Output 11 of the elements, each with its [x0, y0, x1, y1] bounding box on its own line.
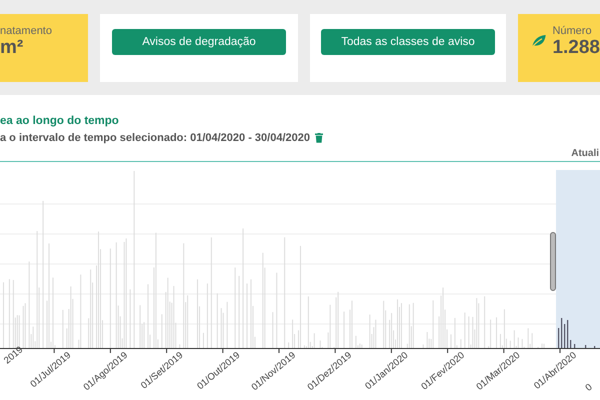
trash-icon[interactable] [314, 133, 323, 143]
action-button[interactable]: Todas as classes de aviso [321, 29, 495, 55]
stat-value: m² [0, 38, 24, 58]
updated-text: Atuali [571, 148, 599, 159]
stat-value: 1.288 [552, 38, 600, 58]
action-button[interactable]: Avisos de degradação [112, 29, 286, 55]
stat-label: Número [552, 24, 593, 38]
stat-label: natamento [0, 24, 52, 38]
chart-title: ea ao longo do tempo [0, 114, 120, 127]
axis-label: 0 [583, 382, 595, 394]
interval-text: a o intervalo de tempo selecionado: 01/04/2020 - 30/04/2020 [0, 132, 310, 144]
